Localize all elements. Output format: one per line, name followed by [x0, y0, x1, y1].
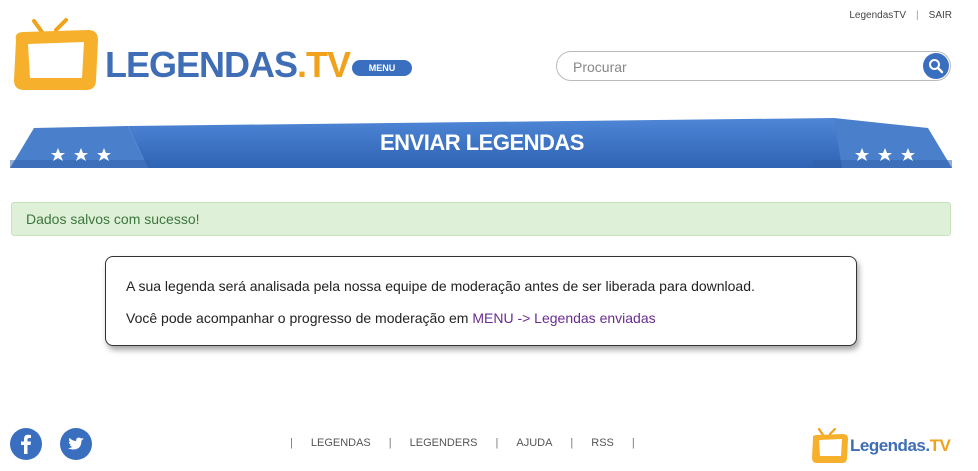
- separator: |: [916, 10, 919, 21]
- user-link[interactable]: LegendasTV: [849, 10, 906, 21]
- twitter-icon: [68, 437, 84, 450]
- footer-logo-text: Legendas.TV: [850, 436, 951, 456]
- page-title: ENVIAR LEGENDAS: [380, 130, 584, 155]
- top-links: LegendasTV | SAIR: [849, 10, 952, 21]
- footer-link-legenders[interactable]: LEGENDERS: [410, 437, 478, 449]
- logo-main-text: LEGENDAS: [105, 44, 298, 85]
- moderation-info-box: A sua legenda será analisada pela nossa …: [105, 256, 857, 346]
- search-icon: [929, 59, 944, 74]
- logo-text: LEGENDAS.TV: [105, 44, 351, 85]
- logo-tv-text: TV: [306, 44, 351, 85]
- twitter-button[interactable]: [60, 428, 92, 460]
- info-text-line2: Você pode acompanhar o progresso de mode…: [126, 309, 836, 327]
- separator: |: [631, 437, 635, 449]
- search-button[interactable]: [923, 53, 949, 79]
- facebook-icon: [21, 434, 31, 454]
- success-alert: Dados salvos com sucesso!: [11, 202, 951, 236]
- info-text-prefix: Você pode acompanhar o progresso de mode…: [126, 310, 473, 326]
- menu-button[interactable]: MENU: [352, 60, 412, 76]
- separator: |: [290, 437, 293, 449]
- separator: |: [388, 437, 392, 449]
- sent-subtitles-link[interactable]: MENU -> Legendas enviadas: [472, 310, 655, 326]
- footer-logo-tv: TV: [929, 436, 951, 455]
- logo-dot: .: [297, 44, 307, 85]
- footer-link-rss[interactable]: RSS: [591, 437, 614, 449]
- site-logo[interactable]: LEGENDAS.TV: [10, 18, 351, 94]
- footer-link-ajuda[interactable]: AJUDA: [516, 437, 552, 449]
- separator: |: [495, 437, 499, 449]
- footer-nav: | LEGENDAS | LEGENDERS | AJUDA | RSS |: [290, 437, 635, 449]
- info-text-line1: A sua legenda será analisada pela nossa …: [126, 278, 755, 294]
- search-input[interactable]: [573, 58, 903, 76]
- tv-logo-icon: [812, 427, 848, 463]
- footer-link-legendas[interactable]: LEGENDAS: [311, 437, 371, 449]
- logout-link[interactable]: SAIR: [929, 10, 952, 21]
- separator: |: [570, 437, 574, 449]
- tv-logo-icon: [14, 18, 98, 90]
- footer-logo[interactable]: Legendas.TV: [810, 427, 955, 464]
- footer-logo-main: Legendas.: [850, 436, 930, 455]
- facebook-button[interactable]: [10, 428, 42, 460]
- search-bar: [556, 51, 951, 81]
